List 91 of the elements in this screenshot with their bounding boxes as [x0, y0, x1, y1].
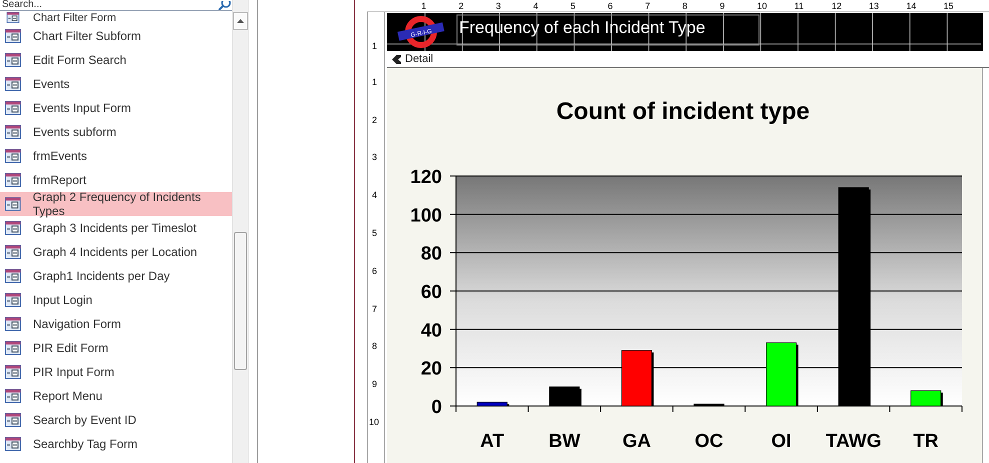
form-icon — [5, 341, 21, 355]
scroll-up-button[interactable] — [233, 12, 248, 30]
form-icon — [5, 413, 21, 427]
ruler-number: 2 — [458, 1, 464, 11]
form-icon — [5, 53, 21, 67]
form-icon — [5, 365, 21, 379]
y-axis-label: 20 — [420, 358, 442, 380]
ruler-number: 11 — [794, 1, 804, 11]
nav-item[interactable]: Events subform — [0, 120, 232, 144]
form-icon — [5, 173, 21, 187]
bar — [476, 402, 510, 406]
scrollbar[interactable] — [232, 0, 248, 463]
y-axis-label: 100 — [410, 205, 442, 226]
nav-item[interactable]: Events — [0, 72, 232, 96]
bar — [694, 404, 724, 406]
ruler-number: 13 — [868, 1, 879, 11]
nav-item[interactable]: PIR Input Form — [0, 360, 232, 384]
form-icon — [5, 269, 21, 283]
ruler-number: 2 — [372, 114, 378, 125]
nav-item[interactable]: Graph 2 Frequency of Incidents Types — [0, 192, 232, 216]
ruler-number: 8 — [372, 341, 378, 352]
nav-item[interactable]: Chart Filter Subform — [0, 24, 232, 48]
ruler-number: 7 — [645, 1, 650, 11]
form-icon — [5, 125, 21, 139]
form-icon — [5, 12, 21, 23]
ruler-number: 14 — [906, 1, 916, 11]
category-label: OI — [771, 431, 792, 452]
y-axis-label: 60 — [420, 282, 442, 303]
category-label: TAWG — [826, 431, 882, 452]
section-marker-icon — [392, 54, 401, 64]
y-axis-label: 40 — [420, 320, 442, 342]
nav-item[interactable]: Events Input Form — [0, 96, 232, 120]
category-label: AT — [480, 431, 504, 452]
bar — [910, 390, 943, 406]
form-icon — [5, 29, 21, 43]
section-label: Detail — [405, 53, 434, 65]
nav-item[interactable]: Graph1 Incidents per Day — [0, 264, 232, 288]
nav-item[interactable]: frmEvents — [0, 144, 232, 168]
search-icon[interactable] — [218, 1, 232, 10]
nav-item[interactable]: Graph 4 Incidents per Location — [0, 240, 232, 264]
form-icon — [5, 77, 21, 91]
y-axis-label: 120 — [410, 167, 442, 188]
ruler-number: 4 — [533, 1, 538, 11]
nav-item[interactable]: Searchby Tag Form — [0, 432, 232, 456]
search-field[interactable]: Search... — [0, 0, 232, 11]
ruler-number: 5 — [372, 228, 378, 238]
nav-item[interactable]: Input Login — [0, 288, 232, 312]
category-label: OC — [694, 431, 724, 452]
bar — [549, 386, 582, 406]
form-icon — [5, 389, 21, 403]
ruler-number: 1 — [372, 76, 378, 87]
ruler-number: 3 — [496, 1, 501, 11]
form-icon — [5, 293, 21, 307]
form-icon — [5, 437, 21, 451]
ruler-number: 10 — [757, 1, 768, 11]
ruler-number: 8 — [682, 1, 688, 11]
nav-item[interactable]: Report Menu — [0, 384, 232, 408]
form-icon — [5, 221, 21, 235]
ruler-number: 15 — [944, 1, 954, 11]
form-icon — [5, 149, 21, 163]
up-arrow-icon — [237, 19, 244, 23]
ruler-number: 9 — [372, 379, 378, 390]
nav-item[interactable]: Search by Event ID — [0, 408, 232, 432]
category-label: GA — [622, 431, 651, 452]
nav-item[interactable]: Chart Filter Form — [0, 11, 232, 24]
category-label: TR — [913, 431, 939, 452]
nav-item[interactable]: PIR Edit Form — [0, 336, 232, 360]
nav-item[interactable]: frmReport — [0, 168, 232, 192]
ruler-number: 5 — [570, 1, 576, 11]
form-icon — [5, 245, 21, 259]
form-icon — [5, 101, 21, 115]
ruler-number: 10 — [369, 417, 380, 427]
category-label: BW — [548, 431, 580, 452]
ruler-number: 1 — [372, 41, 378, 51]
chart-title: Count of incident type — [556, 98, 810, 125]
nav-item[interactable]: Graph 3 Incidents per Timeslot — [0, 216, 232, 240]
nav-item[interactable]: Edit Form Search — [0, 48, 232, 72]
nav-item[interactable]: Navigation Form — [0, 312, 232, 336]
form-icon — [5, 317, 21, 331]
ruler-number: 6 — [608, 1, 613, 11]
ruler-number: 9 — [720, 1, 725, 11]
ruler-number: 12 — [832, 1, 842, 11]
ruler-number: 4 — [372, 190, 378, 200]
ruler-number: 6 — [372, 266, 378, 276]
ruler-number: 1 — [421, 1, 426, 11]
scroll-thumb[interactable] — [234, 232, 247, 370]
ruler-number: 3 — [372, 152, 378, 162]
ruler-number: 7 — [372, 304, 378, 314]
y-axis-label: 0 — [431, 397, 442, 418]
form-icon — [5, 197, 21, 211]
y-axis-label: 80 — [420, 244, 442, 265]
